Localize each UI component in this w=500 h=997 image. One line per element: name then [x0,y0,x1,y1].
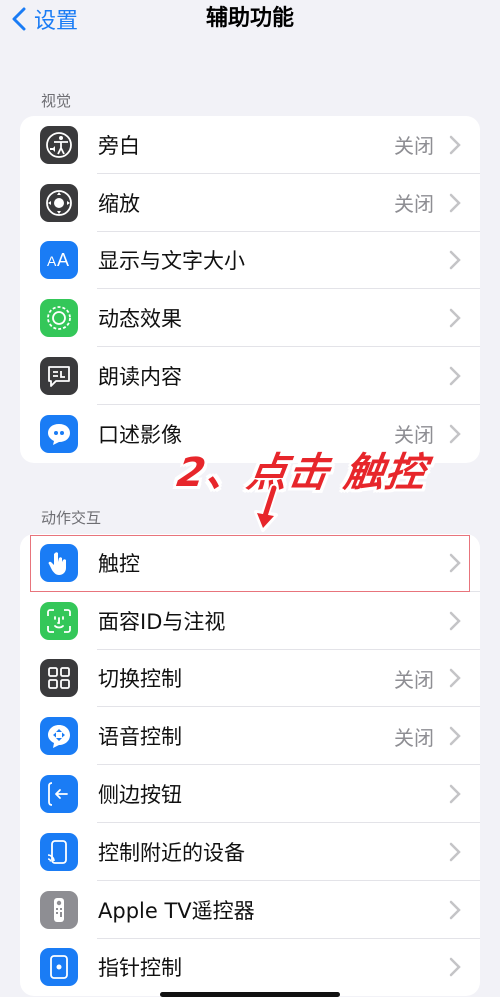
face-id-icon [40,601,78,640]
row-voiceover[interactable]: 旁白 关闭 [20,116,480,174]
row-control-nearby-devices[interactable]: 控制附近的设备 [20,823,480,881]
chevron-right-icon [449,900,461,919]
vision-group: 旁白 关闭 缩放 关闭 AA 显示与文字大小 动态效果 朗读内容 口述影像 关闭 [20,116,480,463]
row-apple-tv-remote[interactable]: Apple TV遥控器 [20,881,480,939]
zoom-icon [40,183,78,222]
svg-text:A: A [47,253,57,269]
row-value: 关闭 [394,667,434,692]
row-label: 旁白 [98,133,140,158]
row-label: 面容ID与注视 [98,609,226,634]
row-value: 关闭 [394,725,434,750]
chevron-right-icon [449,784,461,804]
row-face-id-attention[interactable]: 面容ID与注视 [20,592,480,650]
switch-control-icon [40,659,78,698]
page-title: 辅助功能 [205,6,294,31]
voice-control-icon [40,717,78,756]
chevron-right-icon [449,611,461,630]
row-pointer-control[interactable]: 指针控制 [20,939,480,997]
row-label: 显示与文字大小 [98,249,245,274]
row-touch[interactable]: 触控 [20,534,480,592]
touch-hand-icon [40,543,78,582]
chevron-right-icon [449,424,461,444]
physical-motor-group: 触控 面容ID与注视 切换控制 关闭 语音控制 关闭 侧边按钮 控制附近的设备 … [20,534,480,997]
tv-remote-icon [40,890,78,929]
row-label: 触控 [98,551,140,576]
row-label: 口述影像 [98,422,182,447]
nearby-devices-icon [40,832,78,871]
row-spoken-content[interactable]: 朗读内容 [20,347,480,405]
row-label: 指针控制 [98,956,182,981]
home-indicator[interactable] [160,992,340,997]
text-size-icon: AA [40,241,78,280]
pointer-control-icon [40,948,78,987]
svg-text:A: A [57,250,69,270]
navigation-bar: 设置 辅助功能 [0,0,500,44]
arrow-down-icon [254,484,279,532]
row-label: 动态效果 [98,307,182,332]
chevron-right-icon [449,135,461,155]
row-value: 关闭 [394,192,434,217]
row-label: 切换控制 [98,667,182,692]
motion-icon [40,299,78,338]
voiceover-icon [40,125,78,164]
row-label: Apple TV遥控器 [98,898,255,923]
chevron-right-icon [449,727,461,746]
audio-description-icon [40,414,78,453]
tutorial-annotation: 2、点击 触控 [174,450,430,496]
spoken-content-icon [40,357,78,396]
row-side-button[interactable]: 侧边按钮 [20,765,480,823]
chevron-right-icon [449,553,461,573]
chevron-right-icon [449,309,461,328]
row-motion[interactable]: 动态效果 [20,289,480,347]
row-voice-control[interactable]: 语音控制 关闭 [20,707,480,765]
row-label: 语音控制 [98,725,182,750]
row-zoom[interactable]: 缩放 关闭 [20,174,480,232]
side-button-icon [40,775,78,814]
chevron-right-icon [449,193,461,212]
row-switch-control[interactable]: 切换控制 关闭 [20,650,480,708]
chevron-right-icon [449,366,461,386]
row-label: 控制附近的设备 [98,840,245,865]
row-label: 侧边按钮 [98,783,182,808]
chevron-right-icon [449,842,461,862]
section-label-physical-motor: 动作交互 [41,509,102,527]
row-label: 朗读内容 [98,365,182,390]
chevron-right-icon [449,251,461,270]
chevron-right-icon [449,958,461,977]
section-label-vision: 视觉 [41,92,72,110]
row-value: 关闭 [394,134,434,159]
row-label: 缩放 [98,191,140,216]
row-display-text-size[interactable]: AA 显示与文字大小 [20,232,480,290]
chevron-right-icon [449,669,461,688]
